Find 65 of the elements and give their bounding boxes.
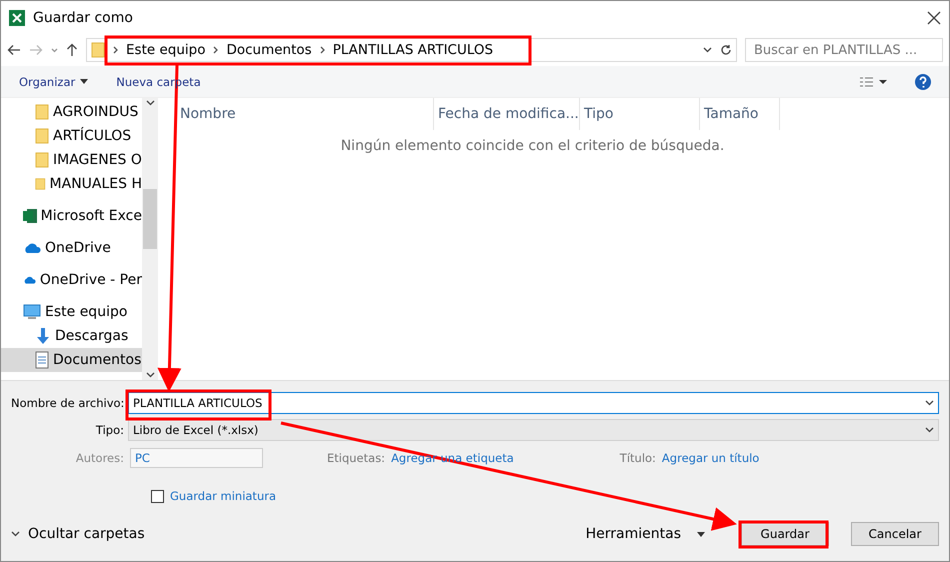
cancel-button[interactable]: Cancelar [851,522,939,546]
thumbnail-label[interactable]: Guardar miniatura [170,489,276,503]
column-header[interactable]: Tipo [580,98,700,130]
folder-icon [35,176,46,192]
up-arrow-icon[interactable] [66,43,78,57]
window-title: Guardar como [33,10,134,26]
breadcrumb[interactable]: Documentos [226,42,312,58]
folder-icon [35,104,49,120]
chevron-down-icon[interactable] [925,400,934,406]
sidebar-item[interactable]: ARTÍCULOS [1,124,142,148]
chevron-right-icon[interactable] [213,46,218,54]
caret-icon[interactable] [80,79,88,84]
folder-icon [91,42,105,58]
field-label: Título: [620,451,656,465]
sidebar-item[interactable]: OneDrive - Per [1,268,142,292]
file-type-dropdown[interactable]: Libro de Excel (*.xlsx) [128,419,939,441]
back-arrow-icon[interactable] [7,44,21,56]
column-header[interactable]: Tamaño [700,98,780,130]
scrollbar-thumb[interactable] [143,189,157,249]
search-field[interactable]: Buscar en PLANTILLAS ... [745,38,943,62]
folder-icon [35,128,49,144]
cloud-icon [23,274,36,286]
hide-folders-button[interactable]: Ocultar carpetas [11,526,145,542]
sidebar-item[interactable]: OneDrive [1,236,142,260]
refresh-icon[interactable] [720,44,732,56]
column-header[interactable]: Nombre [176,98,434,130]
help-icon[interactable] [915,74,931,90]
organize-menu[interactable]: Organizar [19,74,88,88]
checkbox[interactable] [151,490,164,502]
document-icon [35,351,49,369]
cloud-icon [23,242,41,254]
field-label: Tipo: [94,423,124,437]
spreadsheet-icon [23,208,37,224]
breadcrumb[interactable]: PLANTILLAS ARTICULOS [332,42,494,58]
column-header[interactable]: Fecha de modifica... [434,98,580,130]
empty-message: Ningún elemento coincide con el criterio de búsqueda. [340,138,726,154]
sidebar-item[interactable]: Documentos [1,348,142,372]
chevron-down-icon[interactable] [146,372,154,378]
authors-field[interactable]: PC [130,448,263,468]
sidebar-item[interactable]: IMAGENES O [1,148,142,172]
folder-icon [35,152,49,168]
field-label: Nombre de archivo: [11,396,124,410]
field-label: Etiquetas: [327,451,386,465]
sidebar-item[interactable]: AGROINDUS [1,100,142,124]
sidebar-item[interactable]: Descargas [1,324,142,348]
field-label: Autores: [74,451,124,465]
download-icon [35,327,51,345]
scrollbar[interactable] [142,98,158,380]
sidebar-item[interactable]: MANUALES H [1,172,142,196]
address-bar[interactable]: Este equipo Documentos PLANTILLAS ARTICULOS [86,38,737,62]
sidebar-item[interactable]: Microsoft Exce [1,204,142,228]
sidebar-item[interactable]: Este equipo [1,300,142,324]
breadcrumb[interactable]: Este equipo [126,42,206,58]
view-options-icon[interactable] [859,76,887,88]
monitor-icon [23,304,41,320]
caret-icon[interactable] [697,532,705,536]
chevron-down-icon[interactable] [703,47,712,53]
close-icon[interactable] [927,10,941,24]
chevron-right-icon[interactable] [320,46,325,54]
chevron-down-icon[interactable] [925,427,934,433]
spreadsheet-app-icon [9,10,25,26]
add-title-link[interactable]: Agregar un título [662,451,760,465]
filename-field[interactable]: PLANTILLA ARTICULOS [128,392,939,414]
chevron-right-icon[interactable] [113,46,118,54]
tools-menu[interactable]: Herramientas [580,525,711,543]
